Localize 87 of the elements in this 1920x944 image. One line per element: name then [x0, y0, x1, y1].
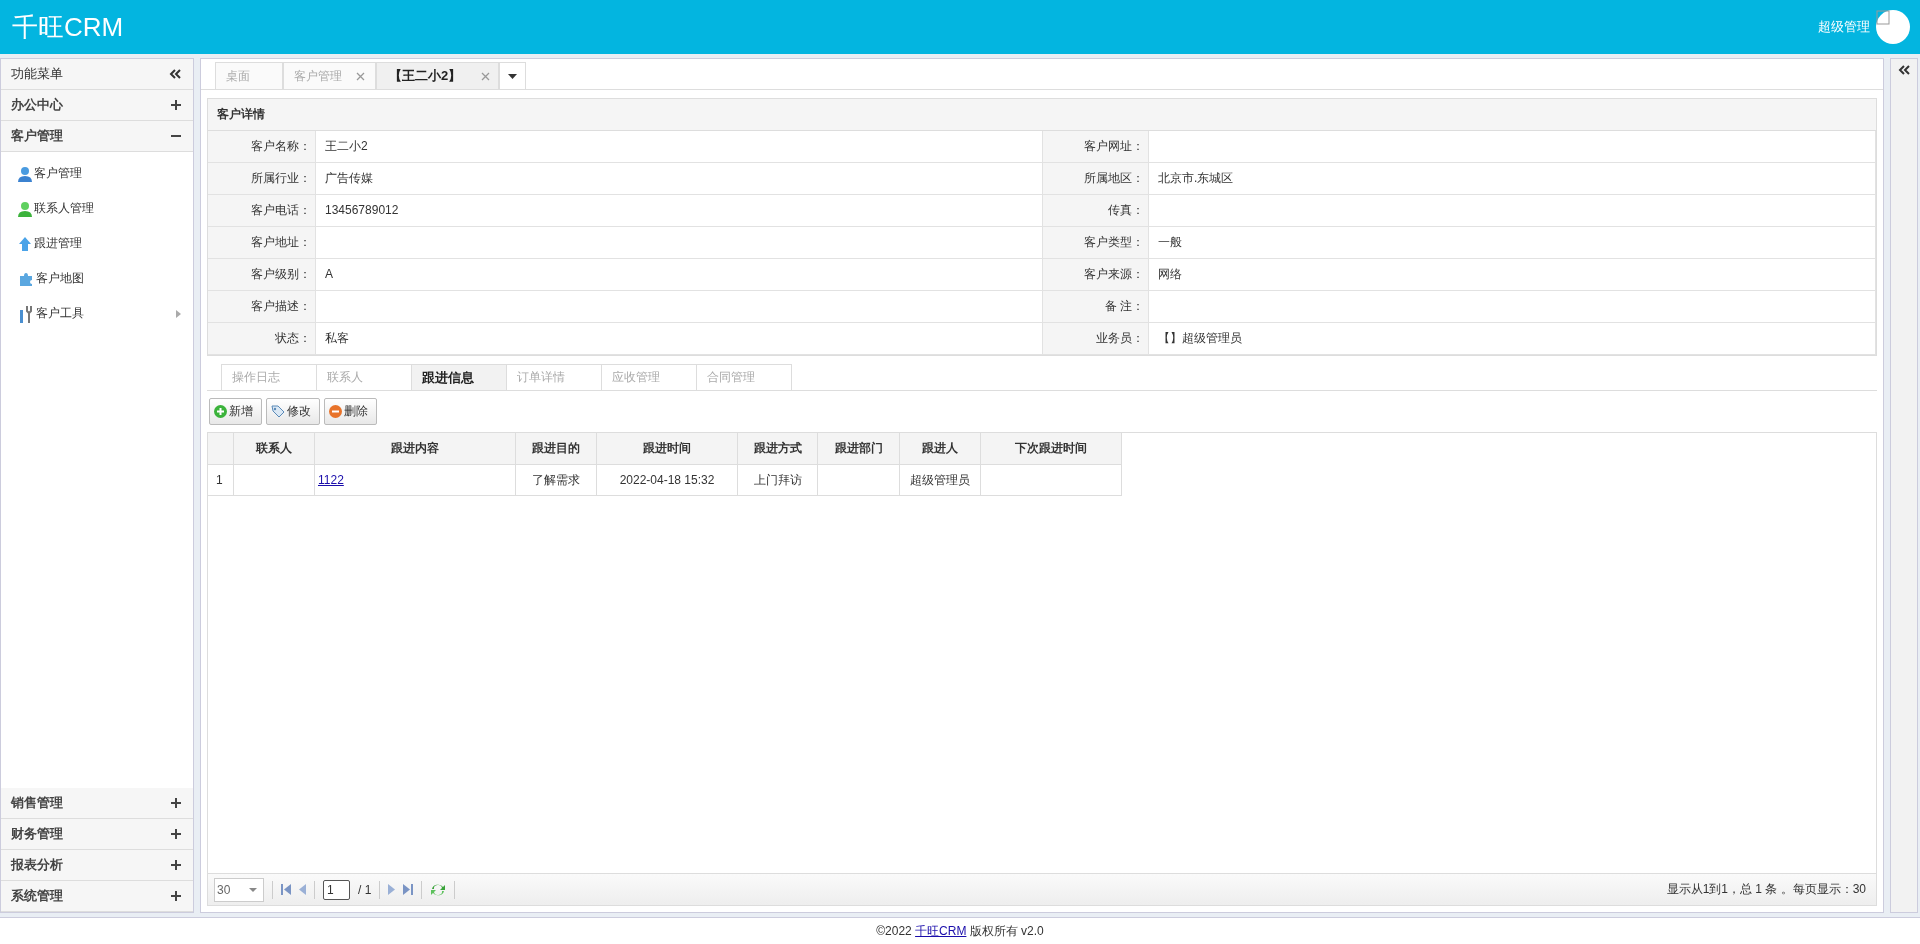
last-page-icon[interactable] — [403, 884, 414, 895]
panel-title: 客户详情 — [208, 99, 1876, 131]
edit-button[interactable]: 修改 — [266, 398, 320, 425]
menu-item[interactable]: 客户地图 — [1, 261, 193, 296]
field-label: 备 注： — [1043, 291, 1149, 323]
column-header[interactable]: 跟进部门 — [818, 433, 900, 464]
table-cell: 了解需求 — [516, 465, 597, 495]
tab[interactable]: 【王二小2】 — [376, 62, 500, 89]
column-header[interactable]: 跟进人 — [900, 433, 981, 464]
page-input[interactable]: 1 — [323, 879, 350, 900]
tag-icon — [271, 405, 285, 418]
table-cell: 上门拜访 — [738, 465, 818, 495]
column-header[interactable]: 下次跟进时间 — [981, 433, 1122, 464]
expand-icon[interactable] — [1898, 65, 1910, 75]
column-header[interactable]: 跟进目的 — [516, 433, 597, 464]
column-header[interactable]: 跟进内容 — [315, 433, 516, 464]
close-icon[interactable] — [481, 71, 491, 81]
field-value: 【】超级管理员 — [1149, 323, 1876, 355]
page-total: / 1 — [358, 882, 372, 897]
menu-item[interactable]: 客户管理 — [1, 156, 193, 191]
field-label: 客户类型： — [1043, 227, 1149, 259]
puzzle-icon — [18, 270, 34, 287]
column-header[interactable]: 跟进时间 — [597, 433, 738, 464]
field-value: 网络 — [1149, 259, 1876, 291]
previous-page-icon[interactable] — [299, 884, 306, 895]
plus-icon — [171, 891, 181, 901]
up-arrow-icon — [18, 235, 32, 252]
field-label: 客户网址： — [1043, 131, 1149, 163]
field-value: 北京市.东城区 — [1149, 163, 1876, 195]
page-size-select[interactable]: 30 — [214, 877, 264, 902]
field-label: 客户名称： — [208, 131, 316, 163]
tab[interactable]: 跟进信息 — [411, 364, 507, 390]
tab-menu-button[interactable] — [499, 62, 527, 89]
add-button[interactable]: 新增 — [209, 398, 262, 425]
table-cell: 超级管理员 — [900, 465, 981, 495]
column-header[interactable]: 跟进方式 — [738, 433, 818, 464]
field-label: 传真： — [1043, 195, 1149, 227]
field-value: 广告传媒 — [316, 163, 1043, 195]
minus-icon — [329, 405, 342, 418]
field-label: 所属行业： — [208, 163, 316, 195]
person-icon — [18, 165, 32, 182]
pager-summary: 显示从1到1，总 1 条 。每页显示：30 — [1666, 881, 1866, 898]
next-page-icon[interactable] — [388, 884, 396, 895]
field-label: 所属地区： — [1043, 163, 1149, 195]
menu-item[interactable]: 客户工具 — [1, 296, 193, 331]
avatar-icon[interactable] — [1876, 10, 1910, 44]
field-label: 客户级别： — [208, 259, 316, 291]
copyright-text: ©2022 千旺CRM 版权所有 v2.0 — [876, 922, 1044, 940]
link[interactable]: 千旺CRM — [915, 923, 967, 938]
plus-icon — [171, 798, 181, 808]
sidebar-title: 功能菜单 — [11, 65, 63, 83]
plus-icon — [171, 100, 181, 110]
field-label: 客户描述： — [208, 291, 316, 323]
menu-group[interactable]: 销售管理 — [1, 788, 193, 819]
link[interactable]: 1122 — [318, 473, 344, 487]
menu-item[interactable]: 跟进管理 — [1, 226, 193, 261]
tools-icon — [18, 304, 34, 323]
caret-icon — [508, 73, 518, 79]
collapse-icon[interactable] — [169, 69, 181, 79]
menu-group[interactable]: 客户管理 — [1, 121, 193, 152]
field-label: 业务员： — [1043, 323, 1149, 355]
menu-item[interactable]: 联系人管理 — [1, 191, 193, 226]
column-header[interactable]: 联系人 — [234, 433, 315, 464]
field-value: 一般 — [1149, 227, 1876, 259]
field-label: 客户电话： — [208, 195, 316, 227]
field-value: 私客 — [316, 323, 1043, 355]
field-value: A — [316, 259, 1043, 291]
field-value: 王二小2 — [316, 131, 1043, 163]
menu-group[interactable]: 报表分析 — [1, 850, 193, 881]
person-icon — [18, 200, 32, 217]
plus-icon — [171, 829, 181, 839]
caret-icon — [249, 887, 257, 892]
refresh-icon[interactable] — [430, 882, 447, 897]
field-value: 13456789012 — [316, 195, 1043, 227]
field-label: 状态： — [208, 323, 316, 355]
menu-group[interactable]: 系统管理 — [1, 881, 193, 912]
table-cell: 2022-04-18 15:32 — [597, 465, 738, 495]
plus-icon — [214, 405, 227, 418]
plus-icon — [171, 860, 181, 870]
field-label: 客户来源： — [1043, 259, 1149, 291]
menu-group[interactable]: 办公中心 — [1, 90, 193, 121]
delete-button[interactable]: 删除 — [324, 398, 377, 425]
field-label: 客户地址： — [208, 227, 316, 259]
first-page-icon[interactable] — [281, 884, 291, 895]
close-icon[interactable] — [356, 71, 365, 81]
app-title: 千旺CRM — [12, 10, 124, 44]
menu-group[interactable]: 财务管理 — [1, 819, 193, 850]
